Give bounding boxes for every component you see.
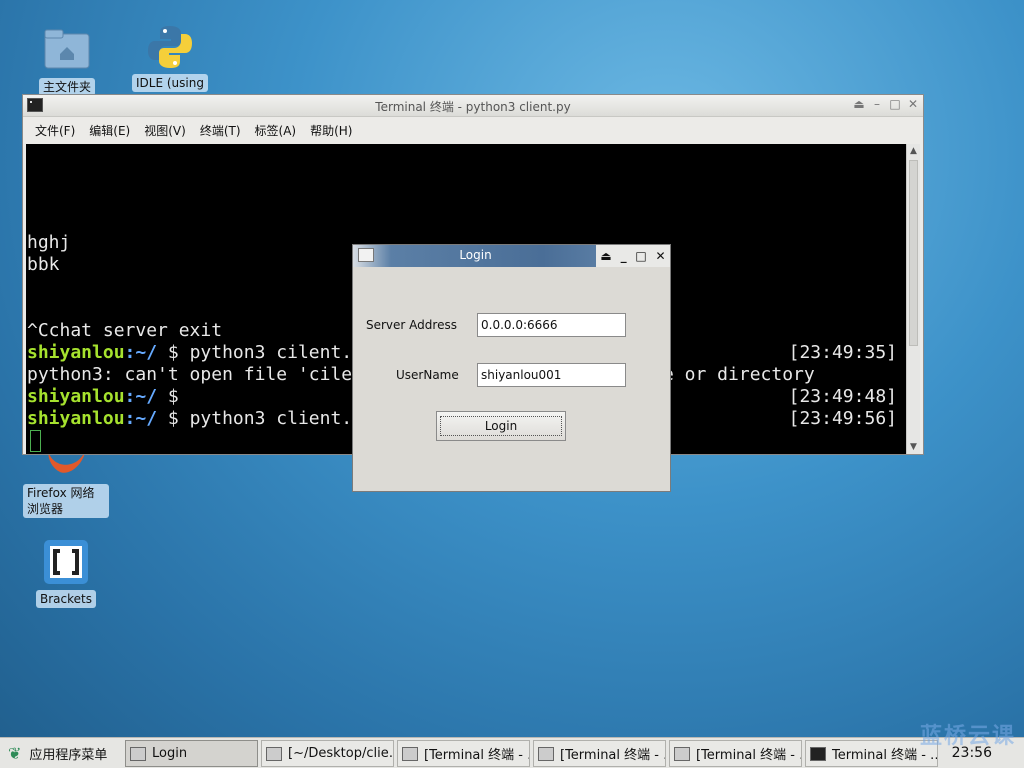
close-icon[interactable]: ✕ <box>656 249 666 263</box>
taskbar-item-terminal[interactable]: [Terminal 终端 - … <box>397 740 530 767</box>
terminal-line: shiyanlou:~/ $ <box>27 386 179 408</box>
terminal-line: python3: can't open file 'cile <box>27 364 353 385</box>
desktop-icon-label: Brackets <box>36 590 96 608</box>
taskbar-item-terminal[interactable]: [Terminal 终端 - … <box>533 740 666 767</box>
terminal-line: bbk <box>27 254 60 275</box>
terminal-line: hghj <box>27 232 71 253</box>
terminal-timestamp: [23:49:35] <box>788 342 897 363</box>
watermark-logo: 蓝桥云课 <box>919 724 1016 749</box>
taskbar-item-label: [~/Desktop/clie… <box>288 746 394 761</box>
login-button[interactable]: Login <box>436 411 566 441</box>
login-titlebar[interactable]: Login ⏏ _ □ ✕ <box>353 245 670 267</box>
app-menu-icon: ❦ <box>8 744 22 763</box>
login-dialog[interactable]: Login ⏏ _ □ ✕ Server Address UserName Lo… <box>352 244 671 492</box>
prompt-path: :~/ <box>124 408 158 429</box>
window-icon <box>130 746 146 761</box>
menu-help[interactable]: 帮助(H) <box>310 122 352 139</box>
terminal-line: shiyanlou:~/ $ python3 cilent. <box>27 342 352 364</box>
server-address-input[interactable] <box>477 313 626 337</box>
terminal-titlebar[interactable]: Terminal 终端 - python3 client.py ⏏ – □ ✕ <box>23 95 923 117</box>
taskbar: ❦ 应用程序菜单 Login [~/Desktop/clie… [Termina… <box>0 737 1024 768</box>
taskbar-item-label: [Terminal 终端 - … <box>696 748 802 763</box>
prompt-command: $ python3 cilent. <box>157 342 353 363</box>
shade-icon[interactable]: ⏏ <box>853 97 865 111</box>
desktop-icon-idle[interactable]: IDLE (using <box>126 22 214 92</box>
terminal-timestamp: [23:49:56] <box>788 408 897 429</box>
minimize-icon[interactable]: _ <box>621 249 627 263</box>
server-address-label: Server Address <box>366 318 457 332</box>
terminal-line: shiyanlou:~/ $ python3 client. <box>27 408 352 430</box>
taskbar-item-label: Login <box>152 746 188 761</box>
maximize-icon[interactable]: □ <box>889 97 901 111</box>
terminal-icon <box>674 746 690 761</box>
terminal-icon <box>810 746 826 761</box>
desktop-icon-brackets[interactable]: Brackets <box>22 538 110 608</box>
close-icon[interactable]: ✕ <box>907 97 919 111</box>
minimize-icon[interactable]: – <box>871 97 883 111</box>
desktop-icon-home-folder[interactable]: 主文件夹 <box>23 26 111 96</box>
prompt-user: shiyanlou <box>27 386 125 407</box>
dialog-title: Login <box>459 248 492 262</box>
menu-edit[interactable]: 编辑(E) <box>89 122 130 139</box>
taskbar-item-terminal[interactable]: [Terminal 终端 - … <box>669 740 802 767</box>
app-menu-label: 应用程序菜单 <box>29 748 108 763</box>
desktop-icon-label: Firefox 网络浏览器 <box>23 484 109 518</box>
shade-icon[interactable]: ⏏ <box>600 249 611 263</box>
terminal-timestamp: [23:49:48] <box>788 386 897 407</box>
taskbar-item-label: [Terminal 终端 - … <box>560 748 666 763</box>
brackets-icon <box>42 538 90 586</box>
menu-file[interactable]: 文件(F) <box>35 122 75 139</box>
terminal-icon <box>402 746 418 761</box>
app-menu-button[interactable]: ❦ 应用程序菜单 <box>8 740 120 767</box>
prompt-path: :~/ <box>124 342 158 363</box>
menu-tabs[interactable]: 标签(A) <box>255 122 297 139</box>
terminal-scrollbar[interactable]: ▲ ▼ <box>906 144 920 454</box>
editor-icon <box>266 746 282 761</box>
prompt-user: shiyanlou <box>27 408 125 429</box>
taskbar-item-label: [Terminal 终端 - … <box>424 748 530 763</box>
login-button-label: Login <box>440 416 562 436</box>
terminal-line-tail: e or directory <box>663 364 815 385</box>
prompt-user: shiyanlou <box>27 342 125 363</box>
taskbar-item-login[interactable]: Login <box>125 740 258 767</box>
scrollbar-thumb[interactable] <box>909 160 918 346</box>
prompt-command: $ <box>157 386 179 407</box>
terminal-cursor <box>30 430 41 452</box>
maximize-icon[interactable]: □ <box>635 249 646 263</box>
window-title: Terminal 终端 - python3 client.py <box>375 100 571 114</box>
username-input[interactable] <box>477 363 626 387</box>
folder-icon <box>43 26 91 74</box>
terminal-icon <box>538 746 554 761</box>
prompt-path: :~/ <box>124 386 158 407</box>
taskbar-item-editor[interactable]: [~/Desktop/clie… <box>261 740 394 767</box>
username-label: UserName <box>396 368 459 382</box>
terminal-menubar: 文件(F) 编辑(E) 视图(V) 终端(T) 标签(A) 帮助(H) <box>23 117 923 143</box>
menu-view[interactable]: 视图(V) <box>144 122 186 139</box>
scroll-up-icon[interactable]: ▲ <box>907 144 920 158</box>
scroll-down-icon[interactable]: ▼ <box>907 440 920 454</box>
taskbar-item-terminal-active[interactable]: Terminal 终端 - … <box>805 740 938 767</box>
prompt-command: $ python3 client. <box>157 408 353 429</box>
menu-terminal[interactable]: 终端(T) <box>200 122 241 139</box>
terminal-line: ^Cchat server exit <box>27 320 223 341</box>
desktop-icon-label: IDLE (using <box>132 74 208 92</box>
python-icon <box>146 22 194 70</box>
